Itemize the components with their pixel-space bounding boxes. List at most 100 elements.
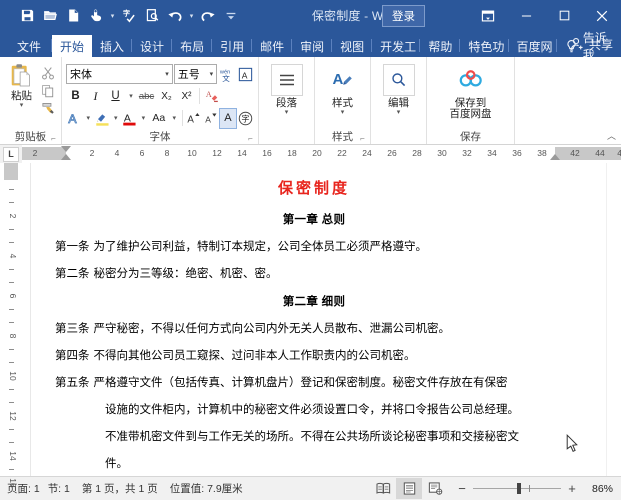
- customize-qat-icon[interactable]: [220, 5, 242, 27]
- zoom-out-button[interactable]: −: [456, 481, 468, 496]
- tab-baidu-netdisk[interactable]: 百度网: [509, 35, 557, 57]
- ribbon-group-save: 保存到 百度网盘 保存: [427, 57, 515, 144]
- first-line-indent-marker[interactable]: [61, 146, 71, 152]
- italic-button[interactable]: I: [86, 87, 105, 106]
- tab-references[interactable]: 引用: [212, 35, 252, 57]
- tab-developer[interactable]: 开发工: [372, 35, 420, 57]
- paste-button[interactable]: 粘贴 ▾: [4, 62, 39, 109]
- document-page[interactable]: 保密制度 第一章 总则 第一条为了维护公司利益，特制订本规定，公司全体员工必须严…: [30, 163, 607, 476]
- font-name-chevron-down-icon[interactable]: ▾: [165, 70, 169, 78]
- share-button[interactable]: 共享: [570, 33, 613, 55]
- print-layout-view-button[interactable]: [396, 478, 422, 499]
- close-button[interactable]: [583, 0, 621, 31]
- char-border-icon[interactable]: A: [237, 65, 254, 84]
- redo-icon[interactable]: [197, 5, 219, 27]
- status-position[interactable]: 位置值: 7.9厘米: [166, 481, 251, 496]
- tab-review[interactable]: 审阅: [292, 35, 332, 57]
- subscript-button[interactable]: X₂: [157, 87, 176, 106]
- tab-design[interactable]: 设计: [132, 35, 172, 57]
- strikethrough-button[interactable]: abc: [137, 87, 156, 106]
- tab-view[interactable]: 视图: [332, 35, 372, 57]
- text-effects-chevron-down-icon[interactable]: ▾: [84, 109, 93, 128]
- zoom-slider[interactable]: [473, 488, 561, 489]
- print-preview-icon[interactable]: [141, 5, 163, 27]
- change-case-chevron-down-icon[interactable]: ▾: [170, 109, 179, 128]
- superscript-button[interactable]: X²: [177, 87, 196, 106]
- svg-text:A: A: [205, 114, 211, 124]
- tab-stop-selector[interactable]: L: [0, 145, 22, 163]
- tab-layout[interactable]: 布局: [172, 35, 212, 57]
- format-painter-icon[interactable]: [39, 100, 57, 117]
- spelling-check-icon[interactable]: 字: [118, 5, 140, 27]
- styles-dialog-launcher-icon[interactable]: ⌐: [358, 134, 367, 143]
- read-mode-view-button[interactable]: [370, 478, 396, 499]
- collapse-ribbon-chevron-up-icon[interactable]: ︿: [607, 129, 616, 142]
- tab-help[interactable]: 帮助: [420, 35, 460, 57]
- minimize-button[interactable]: [507, 0, 545, 31]
- change-case-button[interactable]: Aa: [149, 109, 169, 128]
- paragraph-button[interactable]: 段落 ▾: [263, 62, 310, 116]
- vertical-scrollbar[interactable]: [606, 163, 621, 476]
- ribbon-display-options-icon[interactable]: [469, 0, 507, 31]
- horizontal-ruler[interactable]: 2 2 4 6 8 10 12 14 16 18 20 22 24 26 28 …: [22, 145, 621, 163]
- touch-mode-chevron-down-icon[interactable]: ▾: [108, 5, 117, 27]
- undo-icon[interactable]: [164, 5, 186, 27]
- copy-icon[interactable]: [39, 82, 57, 99]
- status-section[interactable]: 节: 1: [48, 481, 78, 496]
- new-doc-icon[interactable]: [62, 5, 84, 27]
- vertical-ruler[interactable]: 2 4 6 8 10 12 14 16: [0, 163, 22, 476]
- undo-chevron-down-icon[interactable]: ▾: [187, 5, 196, 27]
- font-size-chevron-down-icon[interactable]: ▾: [210, 70, 214, 78]
- font-dialog-launcher-icon[interactable]: ⌐: [246, 134, 255, 143]
- styles-icon: A: [327, 64, 359, 96]
- styles-button[interactable]: A 样式 ▾: [319, 62, 366, 116]
- paste-chevron-down-icon[interactable]: ▾: [20, 102, 24, 109]
- document-canvas[interactable]: 保密制度 第一章 总则 第一条为了维护公司利益，特制订本规定，公司全体员工必须严…: [22, 163, 621, 476]
- text-effects-icon[interactable]: A: [66, 109, 83, 128]
- zoom-level-label[interactable]: 86%: [583, 483, 613, 495]
- zoom-in-button[interactable]: +: [566, 481, 578, 496]
- font-color-chevron-down-icon[interactable]: ▾: [139, 109, 148, 128]
- status-page-count[interactable]: 第 1 页，共 1 页: [78, 481, 166, 496]
- underline-chevron-down-icon[interactable]: ▾: [126, 87, 136, 106]
- bold-button[interactable]: B: [66, 87, 85, 106]
- cut-icon[interactable]: [39, 64, 57, 81]
- phonetic-guide-icon[interactable]: wén文: [218, 65, 235, 84]
- zoom-slider-thumb[interactable]: [517, 483, 521, 494]
- grow-font-button[interactable]: A: [185, 109, 201, 128]
- svg-text:A: A: [205, 90, 211, 99]
- clear-formatting-icon[interactable]: A: [203, 87, 222, 106]
- clipboard-dialog-launcher-icon[interactable]: ⌐: [49, 134, 58, 143]
- tab-home[interactable]: 开始: [52, 35, 92, 57]
- highlight-color-icon[interactable]: [94, 109, 111, 128]
- signin-button[interactable]: 登录: [382, 5, 425, 27]
- editing-button[interactable]: 编辑 ▾: [375, 62, 422, 116]
- editing-chevron-down-icon[interactable]: ▾: [397, 109, 401, 116]
- hanging-indent-marker[interactable]: [61, 154, 71, 160]
- save-to-baidu-netdisk-button[interactable]: 保存到 百度网盘: [431, 62, 510, 120]
- paragraph-chevron-down-icon[interactable]: ▾: [285, 109, 289, 116]
- highlight-color-chevron-down-icon[interactable]: ▾: [112, 109, 121, 128]
- document-body[interactable]: 保密制度 第一章 总则 第一条为了维护公司利益，特制订本规定，公司全体员工必须严…: [31, 163, 607, 472]
- tab-features[interactable]: 特色功: [460, 35, 508, 57]
- shrink-font-button[interactable]: A: [203, 109, 219, 128]
- tab-home-label: 开始: [60, 38, 84, 55]
- open-icon[interactable]: [39, 5, 61, 27]
- styles-chevron-down-icon[interactable]: ▾: [341, 109, 345, 116]
- tab-insert[interactable]: 插入: [92, 35, 132, 57]
- touch-mode-icon[interactable]: [85, 5, 107, 27]
- char-shading-button[interactable]: A: [220, 109, 236, 128]
- font-color-icon[interactable]: A: [121, 109, 138, 128]
- tab-mailings[interactable]: 邮件: [252, 35, 292, 57]
- web-layout-view-button[interactable]: [422, 478, 448, 499]
- tab-file[interactable]: 文件: [6, 35, 52, 57]
- enclose-character-button[interactable]: 字: [237, 109, 254, 128]
- document-paragraph: 第五条严格遵守文件（包括传真、计算机盘片）登记和保密制度。秘密文件存放在有保密: [55, 375, 573, 391]
- right-indent-marker[interactable]: [550, 154, 560, 160]
- maximize-button[interactable]: [545, 0, 583, 31]
- save-icon[interactable]: [16, 5, 38, 27]
- underline-button[interactable]: U: [106, 87, 125, 106]
- font-name-input[interactable]: 宋体 ▾: [66, 64, 173, 84]
- font-size-input[interactable]: 五号 ▾: [174, 64, 217, 84]
- hruler-label: 16: [262, 148, 271, 158]
